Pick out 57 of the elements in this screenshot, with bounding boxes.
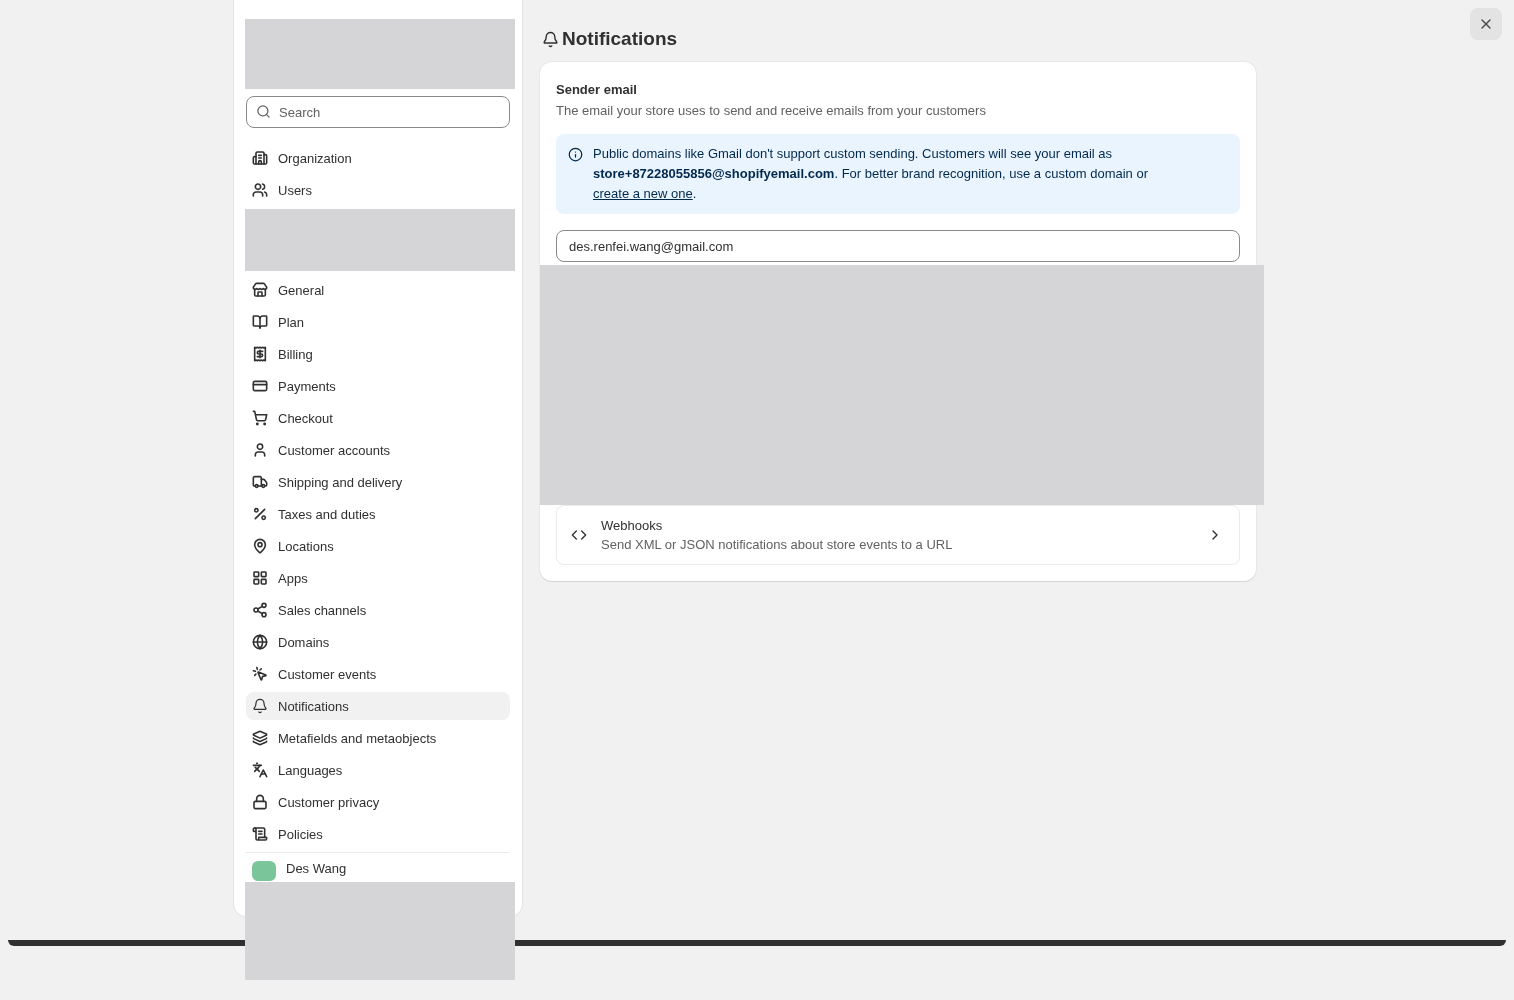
sidebar-item[interactable]: Metafields and metaobjects <box>246 724 510 752</box>
sidebar-item[interactable]: Domains <box>246 628 510 656</box>
grid-icon <box>252 570 268 586</box>
sidebar-item[interactable]: Notifications <box>246 692 510 720</box>
sidebar-item[interactable]: Customer events <box>246 660 510 688</box>
store-icon <box>252 282 268 298</box>
sidebar-item[interactable]: Policies <box>246 820 510 848</box>
section-description: The email your store uses to send and receive emails from your customers <box>556 103 987 118</box>
pin-icon <box>252 538 268 554</box>
sidebar-item[interactable]: Billing <box>246 340 510 368</box>
webhooks-row[interactable]: Webhooks Send XML or JSON notifications about store events to a URL <box>556 505 1240 565</box>
scroll-icon <box>252 826 268 842</box>
email-field[interactable]: des.renfei.wang@gmail.com <box>556 230 1240 262</box>
user-name[interactable]: Des Wang <box>286 861 347 876</box>
translate-icon <box>252 762 268 778</box>
sidebar-item[interactable]: Customer privacy <box>246 788 510 816</box>
globe-icon <box>252 634 268 650</box>
banner-text: Public domains like Gmail don't support custom sending. Customers will see your email as store+87228055856@shopifyemail.com. For better brand recognition, use a custom domain or create a new one. <box>593 145 1149 203</box>
search-icon <box>256 104 271 119</box>
section-heading: Sender email <box>556 82 638 97</box>
create-link[interactable]: create a new one <box>593 186 693 201</box>
sidebar-item[interactable]: Sales channels <box>246 596 510 624</box>
info-icon <box>568 147 583 162</box>
lock-icon <box>252 794 268 810</box>
sidebar-item[interactable]: Taxes and duties <box>246 500 510 528</box>
users-icon <box>252 182 268 198</box>
layers-icon <box>252 730 268 746</box>
sidebar-item[interactable]: Payments <box>246 372 510 400</box>
sidebar-item[interactable]: General <box>246 276 510 304</box>
sidebar-item[interactable]: Users <box>246 176 510 204</box>
pointer-icon <box>252 666 268 682</box>
person-icon <box>252 442 268 458</box>
share-icon <box>252 602 268 618</box>
sidebar-item[interactable]: Languages <box>246 756 510 784</box>
code-icon <box>571 527 587 543</box>
sidebar-item[interactable]: Customer accounts <box>246 436 510 464</box>
bell-icon <box>542 30 559 48</box>
avatar <box>252 861 276 881</box>
truck-icon <box>252 474 268 490</box>
book-icon <box>252 314 268 330</box>
webhooks-title: Webhooks <box>601 518 664 533</box>
sidebar-item[interactable]: Apps <box>246 564 510 592</box>
sidebar-item[interactable]: Plan <box>246 308 510 336</box>
page-title: Notifications <box>542 28 1256 50</box>
sidebar-item[interactable]: Shipping and delivery <box>246 468 510 496</box>
cart-icon <box>252 410 268 426</box>
sidebar-item[interactable]: Checkout <box>246 404 510 432</box>
search-field[interactable]: Search <box>246 96 510 128</box>
sidebar-item[interactable]: Organization <box>246 144 510 172</box>
close-button[interactable] <box>1470 8 1502 40</box>
building-icon <box>252 150 268 166</box>
receipt-icon <box>252 346 268 362</box>
sidebar-item[interactable]: Locations <box>246 532 510 560</box>
percent-icon <box>252 506 268 522</box>
bell-icon <box>252 698 268 714</box>
card-icon <box>252 378 268 394</box>
webhooks-description: Send XML or JSON notifications about store events to a URL <box>601 537 954 552</box>
